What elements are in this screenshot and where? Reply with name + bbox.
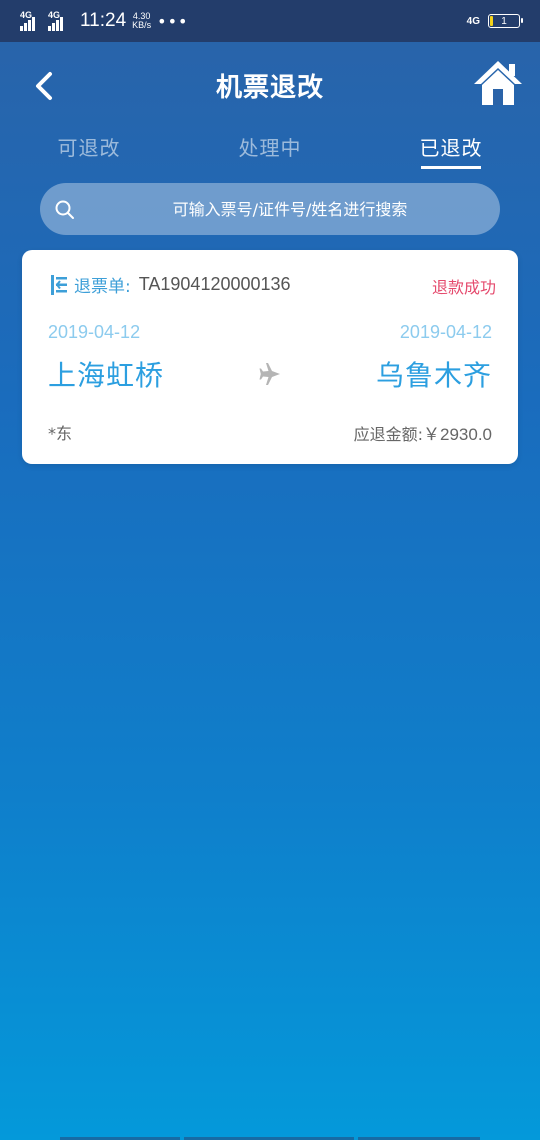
active-tab-indicator: [421, 166, 481, 169]
ticket-number: TA1904120000136: [138, 274, 291, 294]
signal-icon: 4G: [20, 11, 42, 31]
clock: 11:24: [80, 10, 127, 31]
page-title: 机票退改: [215, 73, 324, 103]
document-icon: [51, 274, 67, 295]
home-icon: [474, 61, 522, 105]
refund-amount-value: ￥2930.0: [423, 425, 492, 444]
arrive-city: 乌鲁木齐: [375, 359, 492, 392]
signal-icon: 4G: [48, 11, 70, 31]
refund-amount-label: 应退金额:: [353, 425, 423, 444]
depart-date: 2019-04-12: [48, 322, 141, 342]
tab-processing[interactable]: 处理中: [210, 132, 330, 161]
status-badge: 退款成功: [431, 278, 496, 297]
ticket-header: 退票单: TA1904120000136: [50, 272, 291, 297]
network-type-icon: 4G: [466, 15, 480, 27]
more-notifications-icon: •••: [157, 11, 189, 31]
nav-header: 机票退改: [0, 42, 540, 126]
refund-ticket-card[interactable]: 退票单: TA1904120000136 退款成功 2019-04-12 201…: [22, 250, 518, 464]
arrive-date: 2019-04-12: [399, 322, 492, 342]
battery-level: 1: [501, 15, 507, 27]
network-speed: 4.30 KB/s: [132, 12, 151, 30]
search-icon: [55, 200, 74, 219]
status-bar: 4G 4G 11:24 4.30 KB/s ••• 4G 1: [0, 0, 540, 42]
home-button[interactable]: [472, 58, 524, 108]
passenger-name: *东: [48, 424, 73, 443]
status-bar-right: 4G 1: [466, 14, 523, 28]
depart-city: 上海虹桥: [48, 359, 165, 392]
tab-bar: 可退改 处理中 已退改: [0, 126, 540, 174]
tab-refunded[interactable]: 已退改: [391, 132, 511, 161]
battery-icon: 1: [488, 14, 523, 28]
tab-refundable[interactable]: 可退改: [29, 132, 149, 161]
ticket-label: 退票单:: [74, 277, 131, 297]
search-input[interactable]: [100, 183, 480, 235]
refund-amount: 应退金额:￥2930.0: [354, 420, 492, 445]
search-bar[interactable]: [40, 183, 500, 235]
airplane-icon: [259, 363, 280, 385]
status-bar-left: 4G 4G 11:24 4.30 KB/s •••: [20, 10, 188, 32]
speed-unit: KB/s: [132, 20, 152, 30]
